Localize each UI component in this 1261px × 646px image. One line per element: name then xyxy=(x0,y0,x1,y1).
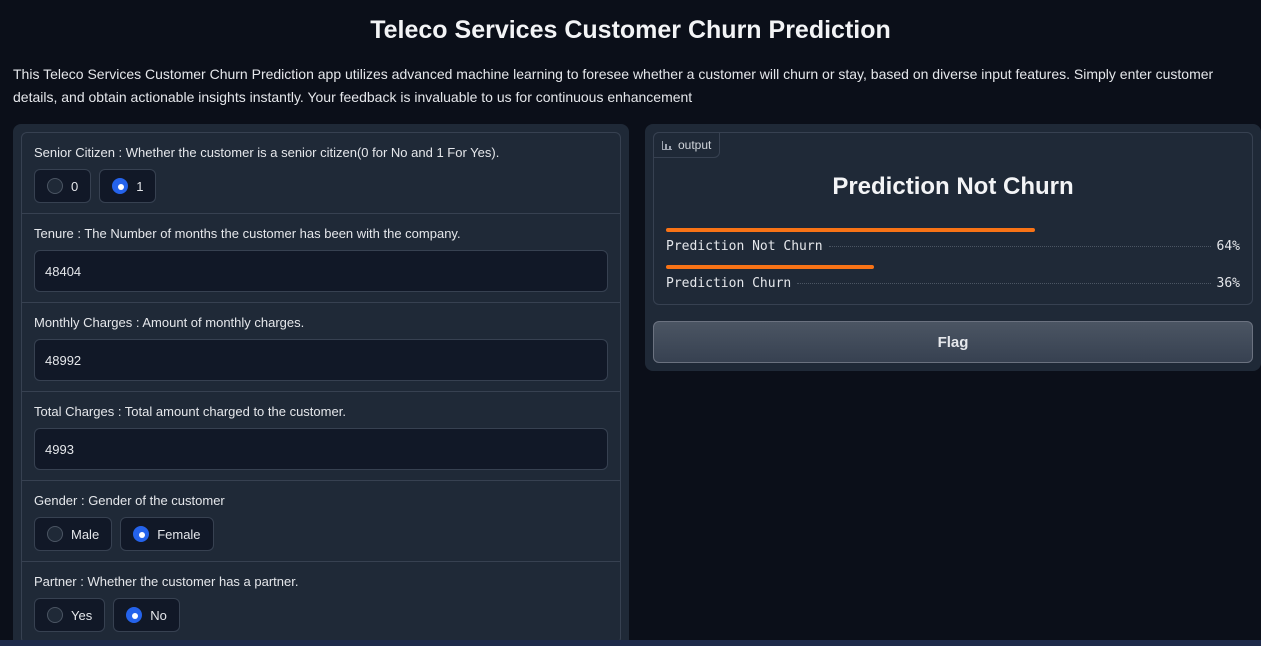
bar-chart-icon xyxy=(662,140,672,150)
senior-citizen-radio-group: 0 1 xyxy=(34,169,608,203)
dotted-leader xyxy=(828,246,1211,247)
senior-citizen-option-0[interactable]: 0 xyxy=(34,169,92,203)
gender-radio-group: Male Female xyxy=(34,517,608,551)
senior-citizen-field: Senior Citizen : Whether the customer is… xyxy=(22,133,620,214)
option-label: 1 xyxy=(136,178,144,194)
gender-label: Gender : Gender of the customer xyxy=(34,493,225,508)
option-label: 0 xyxy=(71,178,79,194)
confidence-bar xyxy=(666,228,1036,232)
senior-citizen-option-1[interactable]: 1 xyxy=(99,169,157,203)
confidence-row: Prediction Not Churn 64% xyxy=(666,228,1240,254)
confidence-bar xyxy=(666,265,874,269)
option-label: No xyxy=(150,607,167,623)
confidence-text: Prediction Churn 36% xyxy=(666,276,1240,291)
output-label-box: output Prediction Not Churn Prediction N… xyxy=(653,132,1253,305)
option-label: Yes xyxy=(71,607,93,623)
partner-label: Partner : Whether the customer has a par… xyxy=(34,574,299,589)
page-description: This Teleco Services Customer Churn Pred… xyxy=(13,66,1214,105)
radio-checked-icon[interactable] xyxy=(112,178,129,194)
app-page: Teleco Services Customer Churn Predictio… xyxy=(0,0,1261,646)
confidence-label: Prediction Churn xyxy=(666,276,792,291)
total-charges-input[interactable]: 4993 xyxy=(34,428,608,470)
total-charges-label: Total Charges : Total amount charged to … xyxy=(34,404,346,419)
tenure-input[interactable]: 48404 xyxy=(34,250,608,292)
partner-field: Partner : Whether the customer has a par… xyxy=(22,562,620,643)
monthly-charges-input[interactable]: 48992 xyxy=(34,339,608,381)
radio-checked-icon[interactable] xyxy=(126,607,143,623)
output-tag: output xyxy=(653,132,721,158)
gender-option-male[interactable]: Male xyxy=(34,517,113,551)
tenure-field: Tenure : The Number of months the custom… xyxy=(22,214,620,303)
flag-button[interactable]: Flag xyxy=(653,321,1253,363)
confidence-percent: 36% xyxy=(1216,276,1240,291)
input-panel: Senior Citizen : Whether the customer is… xyxy=(13,124,629,646)
confidence-row: Prediction Churn 36% xyxy=(666,265,1240,291)
output-panel: output Prediction Not Churn Prediction N… xyxy=(645,124,1261,371)
confidence-label: Prediction Not Churn xyxy=(666,239,823,254)
total-charges-field: Total Charges : Total amount charged to … xyxy=(22,392,620,481)
input-form: Senior Citizen : Whether the customer is… xyxy=(21,132,621,644)
gender-field: Gender : Gender of the customer Male Fem… xyxy=(22,481,620,562)
option-label: Female xyxy=(157,526,201,542)
output-tag-label: output xyxy=(678,138,712,152)
monthly-charges-field: Monthly Charges : Amount of monthly char… xyxy=(22,303,620,392)
partner-option-yes[interactable]: Yes xyxy=(34,598,106,632)
monthly-charges-label: Monthly Charges : Amount of monthly char… xyxy=(34,315,305,330)
radio-unchecked-icon[interactable] xyxy=(47,178,63,194)
radio-unchecked-icon[interactable] xyxy=(47,607,63,623)
confidence-percent: 64% xyxy=(1216,239,1240,254)
gender-option-female[interactable]: Female xyxy=(120,517,214,551)
dotted-leader xyxy=(797,283,1211,284)
tenure-label: Tenure : The Number of months the custom… xyxy=(34,226,461,241)
option-label: Male xyxy=(71,526,100,542)
confidence-text: Prediction Not Churn 64% xyxy=(666,239,1240,254)
prediction-heading: Prediction Not Churn xyxy=(832,173,1074,200)
radio-unchecked-icon[interactable] xyxy=(47,526,63,542)
partner-option-no[interactable]: No xyxy=(113,598,180,632)
partner-radio-group: Yes No xyxy=(34,598,608,632)
radio-checked-icon[interactable] xyxy=(133,526,150,542)
senior-citizen-label: Senior Citizen : Whether the customer is… xyxy=(34,145,500,160)
page-title: Teleco Services Customer Churn Predictio… xyxy=(370,16,891,44)
bottom-edge-bar xyxy=(0,640,1261,646)
